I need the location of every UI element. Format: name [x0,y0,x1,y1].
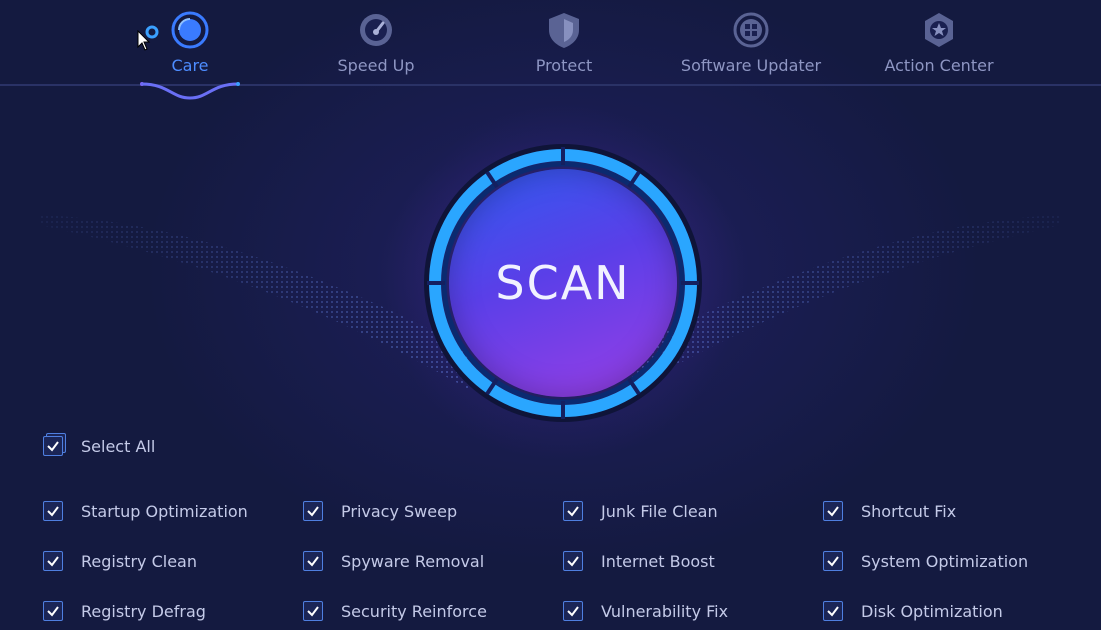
check-icon [47,441,59,452]
checkbox-junk-file-clean[interactable]: Junk File Clean [563,499,718,523]
active-tab-indicator [140,82,240,100]
care-icon [171,11,209,49]
checkbox-box[interactable] [563,501,583,521]
scan-button[interactable]: SCAN [449,169,677,397]
tab-protect[interactable]: Protect [479,10,649,80]
checkbox-box[interactable] [43,551,63,571]
check-icon [567,506,579,517]
checkbox-box[interactable] [823,551,843,571]
checkbox-system-optimization[interactable]: System Optimization [823,549,1028,573]
check-icon [307,606,319,617]
checkbox-security-reinforce[interactable]: Security Reinforce [303,599,487,623]
checkbox-label: System Optimization [861,551,1029,571]
gear-star-icon [925,13,953,47]
shield-icon [549,13,579,48]
grid-refresh-icon [733,12,769,48]
checkbox-box[interactable] [563,601,583,621]
checkbox-internet-boost[interactable]: Internet Boost [563,549,715,573]
check-icon [567,606,579,617]
checkbox-box[interactable] [43,601,63,621]
top-navigation: Care Speed Up Protect Software Updater A… [0,0,1101,100]
checkbox-registry-defrag[interactable]: Registry Defrag [43,599,206,623]
check-icon [567,556,579,567]
check-icon [47,556,59,567]
checkbox-box[interactable] [303,601,323,621]
tab-software-updater[interactable]: Software Updater [666,10,836,80]
check-icon [827,506,839,517]
select-all-label: Select All [81,436,156,456]
checkbox-box[interactable] [563,551,583,571]
checkbox-label: Registry Defrag [81,601,206,621]
checkbox-label: Spyware Removal [341,551,485,571]
scan-button-label: SCAN [495,256,631,310]
check-icon [307,506,319,517]
checkbox-box[interactable] [303,501,323,521]
checkbox-shortcut-fix[interactable]: Shortcut Fix [823,499,956,523]
tab-speed-up-label: Speed Up [337,56,415,75]
tab-care[interactable]: Care [105,10,275,80]
tab-protect-label: Protect [535,56,593,75]
check-icon [827,606,839,617]
checkbox-box[interactable] [823,501,843,521]
checkbox-label: Security Reinforce [341,601,487,621]
checkbox-disk-optimization[interactable]: Disk Optimization [823,599,1003,623]
scan-area: SCAN [383,103,743,463]
mouse-cursor-icon [137,30,151,51]
check-icon [47,506,59,517]
checkbox-startup-optimization[interactable]: Startup Optimization [43,499,248,523]
tab-action-center[interactable]: Action Center [854,10,1024,80]
tab-care-label: Care [171,56,209,75]
check-icon [47,606,59,617]
app-window: Care Speed Up Protect Software Updater A… [0,0,1101,630]
tab-action-center-label: Action Center [884,56,994,75]
tab-software-updater-label: Software Updater [680,56,822,75]
speedometer-icon [360,14,392,46]
checkbox-label: Registry Clean [81,551,197,571]
select-all-checkbox[interactable]: Select All [43,434,155,458]
checkbox-registry-clean[interactable]: Registry Clean [43,549,197,573]
tab-speed-up[interactable]: Speed Up [291,10,461,80]
select-all-box[interactable] [43,436,63,456]
checkbox-privacy-sweep[interactable]: Privacy Sweep [303,499,457,523]
checkbox-box[interactable] [43,501,63,521]
checkbox-box[interactable] [823,601,843,621]
checkbox-box[interactable] [303,551,323,571]
checkbox-label: Privacy Sweep [341,501,458,521]
check-icon [827,556,839,567]
checkbox-label: Vulnerability Fix [601,601,729,621]
check-icon [307,556,319,567]
checkbox-label: Internet Boost [601,551,715,571]
checkbox-label: Startup Optimization [81,501,248,521]
checkbox-spyware-removal[interactable]: Spyware Removal [303,549,484,573]
checkbox-label: Junk File Clean [601,501,718,521]
checkbox-label: Disk Optimization [861,601,1003,621]
checkbox-label: Shortcut Fix [861,501,957,521]
checkbox-vulnerability-fix[interactable]: Vulnerability Fix [563,599,728,623]
